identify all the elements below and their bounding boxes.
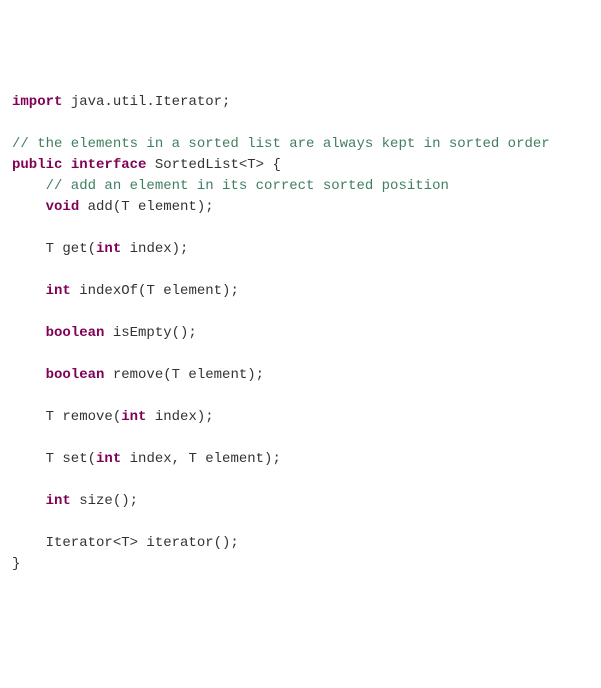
method-indexof: indexOf(T element); <box>71 283 239 299</box>
indent <box>12 493 46 509</box>
keyword-int: int <box>46 283 71 299</box>
class-comment: // the elements in a sorted list are alw… <box>12 136 550 152</box>
keyword-int: int <box>96 241 121 257</box>
keyword-import: import <box>12 94 62 110</box>
import-path: java.util.Iterator; <box>62 94 230 110</box>
keyword-boolean: boolean <box>46 367 105 383</box>
method-set-prefix: T set( <box>12 451 96 467</box>
method-get-suffix: index); <box>121 241 188 257</box>
indent <box>12 283 46 299</box>
keyword-int: int <box>46 493 71 509</box>
keyword-int: int <box>121 409 146 425</box>
keyword-void: void <box>46 199 80 215</box>
indent <box>12 199 46 215</box>
method-remove-element: remove(T element); <box>104 367 264 383</box>
method-remove-index-suffix: index); <box>146 409 213 425</box>
method-get-prefix: T get( <box>12 241 96 257</box>
code-block: import java.util.Iterator; // the elemen… <box>12 92 589 575</box>
method-comment-add: // add an element in its correct sorted … <box>12 178 449 194</box>
keyword-interface: interface <box>71 157 147 173</box>
method-set-suffix: index, T element); <box>121 451 281 467</box>
interface-declaration: SortedList<T> { <box>146 157 280 173</box>
method-isempty: isEmpty(); <box>104 325 196 341</box>
keyword-public: public <box>12 157 62 173</box>
keyword-int: int <box>96 451 121 467</box>
method-remove-index-prefix: T remove( <box>12 409 121 425</box>
close-brace: } <box>12 556 20 572</box>
keyword-boolean: boolean <box>46 325 105 341</box>
indent <box>12 325 46 341</box>
indent <box>12 367 46 383</box>
method-size: size(); <box>71 493 138 509</box>
method-add: add(T element); <box>79 199 213 215</box>
method-iterator: Iterator<T> iterator(); <box>12 535 239 551</box>
